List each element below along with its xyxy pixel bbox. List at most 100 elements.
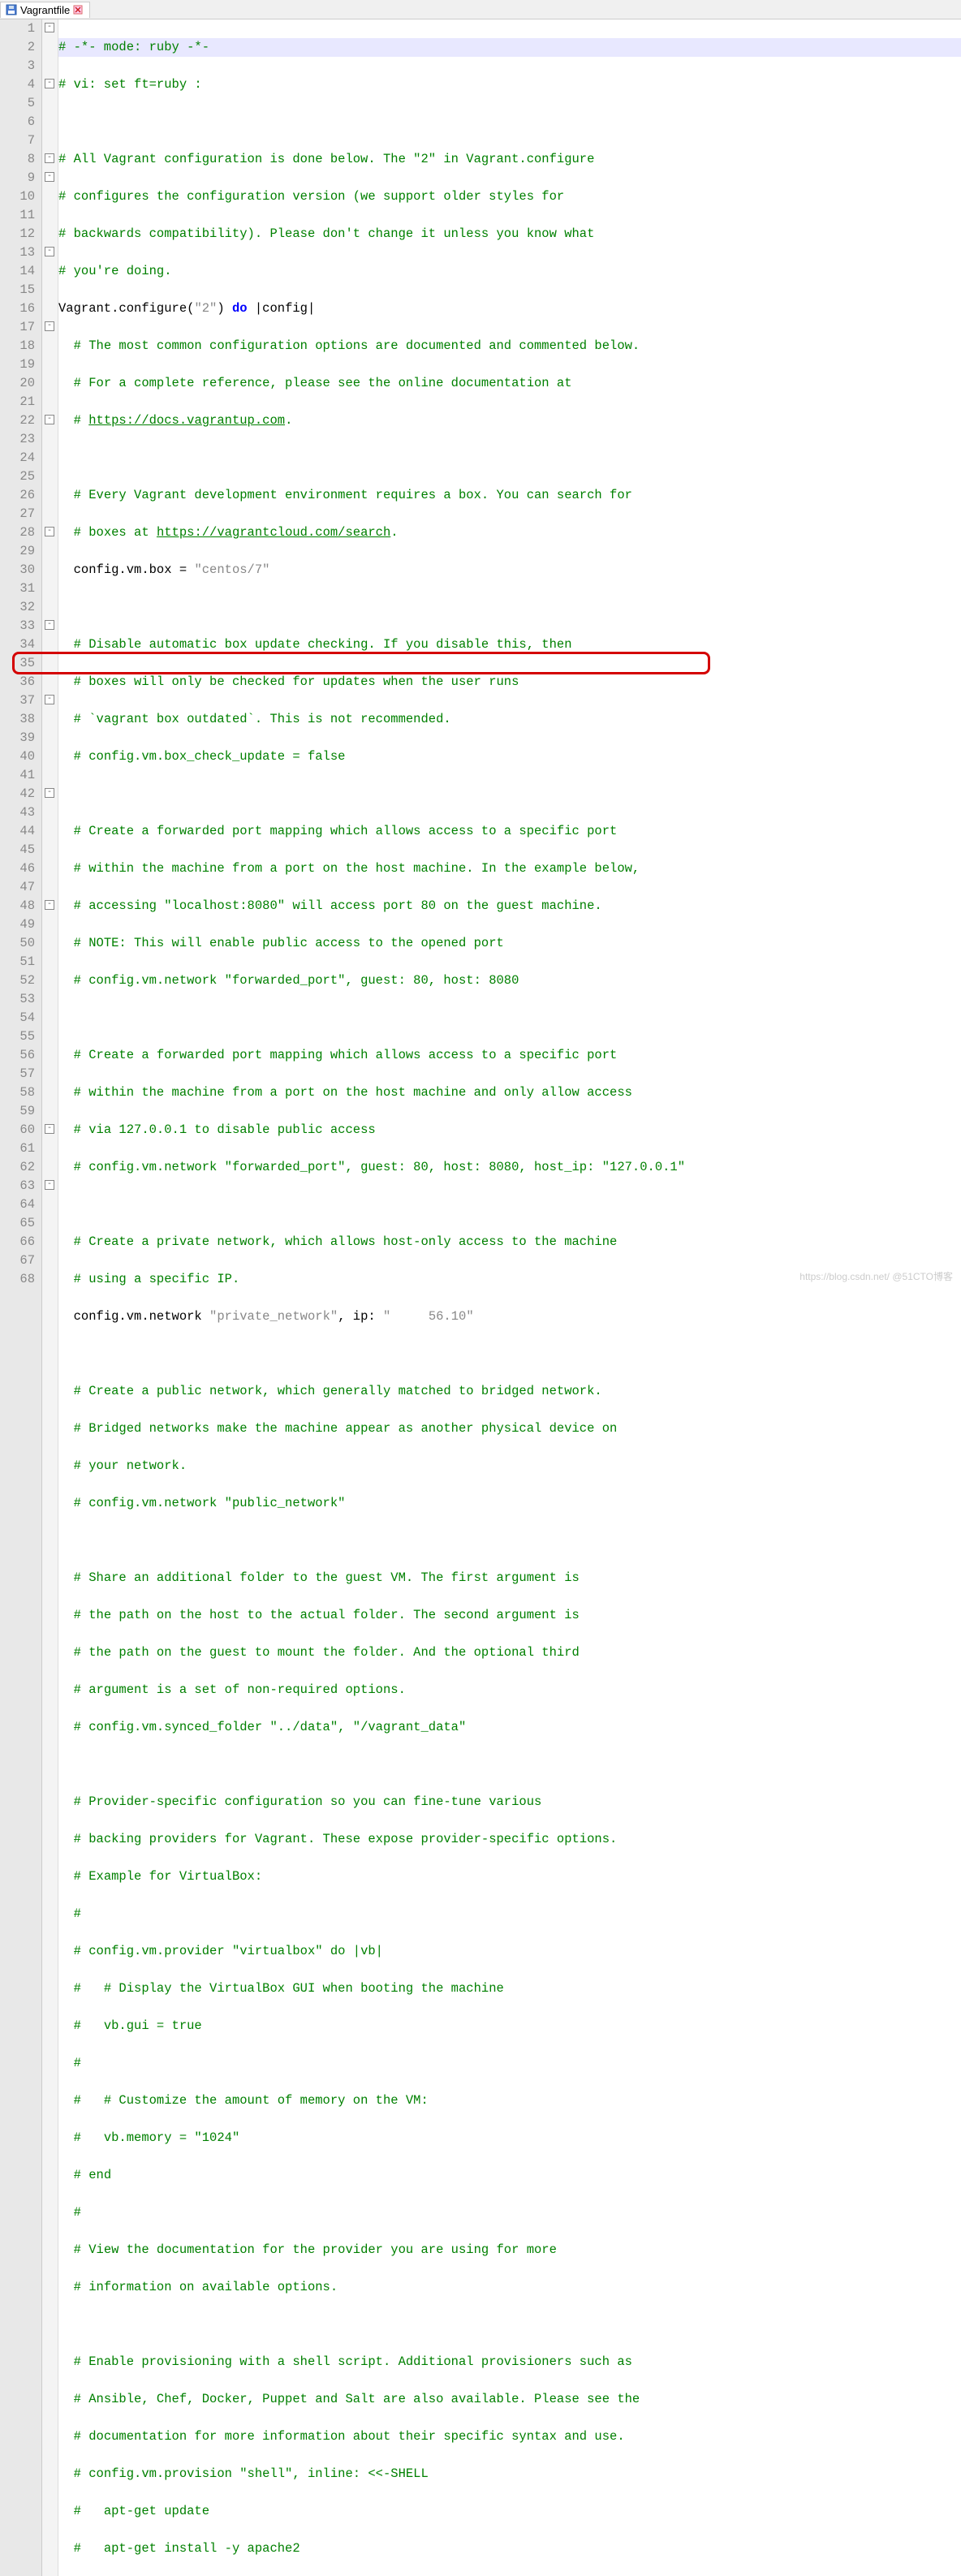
line-number: 5	[0, 94, 35, 113]
line-number: 1	[0, 19, 35, 38]
code-line: # config.vm.provider "virtualbox" do |vb…	[58, 1942, 961, 1961]
line-number: 13	[0, 243, 35, 262]
line-number: 24	[0, 449, 35, 467]
fold-marker[interactable]: -	[45, 172, 54, 182]
line-number: 54	[0, 1009, 35, 1027]
code-line: # # Customize the amount of memory on th…	[58, 2091, 961, 2110]
code-line: # Enable provisioning with a shell scrip…	[58, 2353, 961, 2371]
line-number: 11	[0, 206, 35, 225]
code-line	[58, 1345, 961, 1363]
line-number: 22	[0, 411, 35, 430]
fold-marker[interactable]: -	[45, 788, 54, 798]
code-line: config.vm.box = "centos/7"	[58, 561, 961, 579]
code-line: # you're doing.	[58, 262, 961, 281]
code-line: # accessing "localhost:8080" will access…	[58, 897, 961, 915]
code-line: # backwards compatibility). Please don't…	[58, 225, 961, 243]
line-number: 44	[0, 822, 35, 841]
code-line: # config.vm.network "public_network"	[58, 1494, 961, 1513]
code-line: # -*- mode: ruby -*-	[58, 38, 961, 57]
line-number: 57	[0, 1065, 35, 1083]
fold-marker[interactable]: -	[45, 79, 54, 88]
code-line: # apt-get update	[58, 2502, 961, 2521]
code-line	[58, 113, 961, 131]
line-number: 33	[0, 617, 35, 635]
code-line: # # Display the VirtualBox GUI when boot…	[58, 1979, 961, 1998]
line-number: 37	[0, 691, 35, 710]
code-line: # documentation for more information abo…	[58, 2427, 961, 2446]
tab-bar: Vagrantfile	[0, 0, 961, 19]
fold-marker[interactable]: -	[45, 620, 54, 630]
line-number: 29	[0, 542, 35, 561]
code-line: # config.vm.box_check_update = false	[58, 747, 961, 766]
fold-marker[interactable]: -	[45, 23, 54, 32]
fold-marker[interactable]: -	[45, 1180, 54, 1190]
fold-marker[interactable]: -	[45, 900, 54, 910]
code-line: # Create a forwarded port mapping which …	[58, 822, 961, 841]
code-line: # View the documentation for the provide…	[58, 2241, 961, 2259]
code-editor[interactable]: 1234567891011121314151617181920212223242…	[0, 19, 961, 2576]
line-number: 30	[0, 561, 35, 579]
line-number: 31	[0, 579, 35, 598]
line-number: 66	[0, 1233, 35, 1251]
line-number: 68	[0, 1270, 35, 1289]
code-area[interactable]: # -*- mode: ruby -*- # vi: set ft=ruby :…	[58, 19, 961, 2576]
watermark: https://blog.csdn.net/ @51CTO博客	[799, 1269, 953, 1283]
line-number: 8	[0, 150, 35, 169]
line-number: 53	[0, 990, 35, 1009]
code-line: # configures the configuration version (…	[58, 187, 961, 206]
line-number: 20	[0, 374, 35, 393]
code-line: # backing providers for Vagrant. These e…	[58, 1830, 961, 1849]
line-number: 52	[0, 971, 35, 990]
code-line: # within the machine from a port on the …	[58, 859, 961, 878]
code-line: # NOTE: This will enable public access t…	[58, 934, 961, 953]
fold-marker[interactable]: -	[45, 247, 54, 256]
line-number-gutter: 1234567891011121314151617181920212223242…	[0, 19, 42, 2576]
line-number: 14	[0, 262, 35, 281]
fold-marker[interactable]: -	[45, 1124, 54, 1134]
code-line: # The most common configuration options …	[58, 337, 961, 355]
line-number: 67	[0, 1251, 35, 1270]
code-line: # Create a public network, which general…	[58, 1382, 961, 1401]
line-number: 3	[0, 57, 35, 75]
line-number: 51	[0, 953, 35, 971]
code-line: # Create a private network, which allows…	[58, 1233, 961, 1251]
line-number: 25	[0, 467, 35, 486]
code-line	[58, 1755, 961, 1774]
code-line: # config.vm.synced_folder "../data", "/v…	[58, 1718, 961, 1737]
close-icon[interactable]	[73, 5, 83, 15]
line-number: 61	[0, 1139, 35, 1158]
fold-marker[interactable]: -	[45, 695, 54, 704]
line-number: 7	[0, 131, 35, 150]
code-line: config.vm.network "private_network", ip:…	[58, 1307, 961, 1326]
fold-marker[interactable]: -	[45, 527, 54, 536]
line-number: 42	[0, 785, 35, 803]
file-tab[interactable]: Vagrantfile	[0, 2, 90, 18]
tab-filename: Vagrantfile	[20, 4, 70, 16]
code-line: # config.vm.network "forwarded_port", gu…	[58, 1158, 961, 1177]
annotation-highlight-box	[12, 652, 710, 674]
code-line: # Bridged networks make the machine appe…	[58, 1419, 961, 1438]
code-line: # Example for VirtualBox:	[58, 1867, 961, 1886]
code-line: # the path on the host to the actual fol…	[58, 1606, 961, 1625]
code-line: # `vagrant box outdated`. This is not re…	[58, 710, 961, 729]
line-number: 18	[0, 337, 35, 355]
line-number: 21	[0, 393, 35, 411]
fold-marker[interactable]: -	[45, 415, 54, 424]
code-line: # via 127.0.0.1 to disable public access	[58, 1121, 961, 1139]
code-line	[58, 1009, 961, 1027]
code-line: # argument is a set of non-required opti…	[58, 1681, 961, 1699]
line-number: 64	[0, 1195, 35, 1214]
code-line: # For a complete reference, please see t…	[58, 374, 961, 393]
line-number: 36	[0, 673, 35, 691]
code-line: # end	[58, 2166, 961, 2185]
code-line: # Share an additional folder to the gues…	[58, 1569, 961, 1587]
code-line	[58, 598, 961, 617]
line-number: 38	[0, 710, 35, 729]
line-number: 55	[0, 1027, 35, 1046]
fold-marker[interactable]: -	[45, 153, 54, 163]
fold-marker[interactable]: -	[45, 321, 54, 331]
code-line: # Every Vagrant development environment …	[58, 486, 961, 505]
line-number: 49	[0, 915, 35, 934]
line-number: 34	[0, 635, 35, 654]
line-number: 23	[0, 430, 35, 449]
